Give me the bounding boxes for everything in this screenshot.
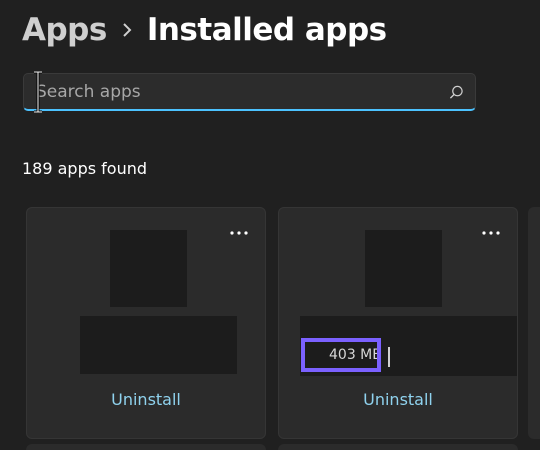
installed-apps-page: Apps Installed apps 189 apps found — [0, 0, 540, 450]
next-row-card — [26, 444, 266, 450]
size-highlight-box — [301, 338, 381, 372]
breadcrumb: Apps Installed apps — [22, 6, 387, 54]
next-row-card — [278, 444, 518, 450]
app-card: 403 MB Uninstall — [278, 207, 518, 439]
chevron-right-icon — [107, 18, 147, 42]
text-caret — [388, 347, 390, 367]
search-input[interactable] — [36, 74, 436, 110]
app-icon-redacted — [110, 230, 187, 307]
uninstall-button[interactable]: Uninstall — [27, 390, 265, 409]
apps-count-label: 189 apps found — [22, 159, 148, 178]
app-details-redacted — [80, 316, 237, 374]
app-icon-redacted — [365, 230, 442, 307]
more-icon — [482, 231, 500, 235]
next-app-card-edge — [528, 207, 540, 439]
uninstall-button[interactable]: Uninstall — [279, 390, 517, 409]
search-icon[interactable] — [449, 85, 464, 100]
more-icon — [230, 231, 248, 235]
app-card: Uninstall — [26, 207, 266, 439]
page-title: Installed apps — [146, 12, 387, 48]
breadcrumb-apps-link[interactable]: Apps — [22, 12, 107, 48]
more-options-button[interactable] — [227, 226, 251, 240]
search-box[interactable] — [23, 71, 476, 113]
more-options-button[interactable] — [479, 226, 503, 240]
text-cursor-icon — [34, 71, 42, 113]
